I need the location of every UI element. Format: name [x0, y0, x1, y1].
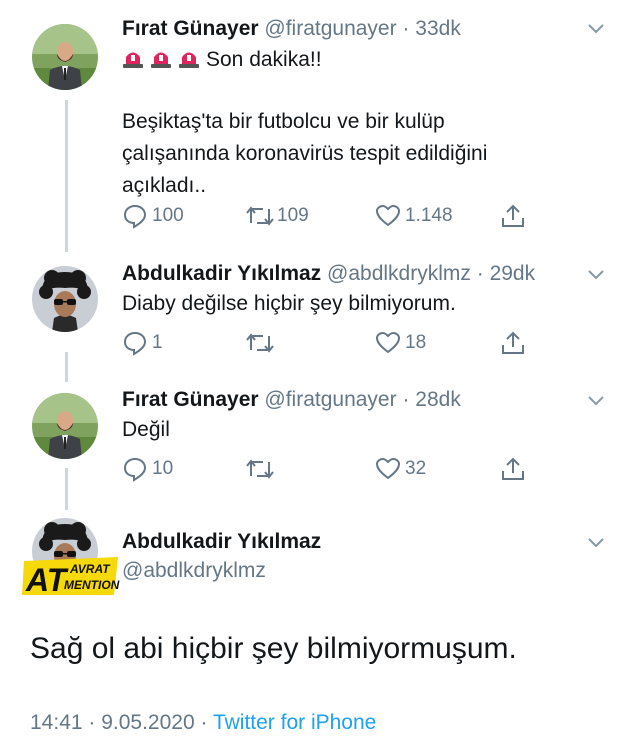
reply-count: 10 — [152, 458, 174, 479]
like-count: 18 — [405, 332, 427, 353]
user-handle[interactable]: @firatgunayer — [264, 388, 396, 411]
avatar-firat-gunayer[interactable] — [32, 393, 98, 459]
share-icon — [500, 330, 526, 356]
tweet-meta: 14:41 · 9.05.2020 · Twitter for iPhone — [30, 711, 376, 735]
share-button[interactable] — [500, 456, 526, 482]
reply-icon — [122, 456, 148, 482]
share-icon — [500, 456, 526, 482]
like-count: 32 — [405, 458, 427, 479]
watermark-top: AVRAT — [69, 562, 111, 576]
tweet-timestamp[interactable]: 14:41 · 9.05.2020 · — [30, 711, 207, 734]
retweet-icon — [245, 330, 275, 356]
display-name[interactable]: Abdulkadir Yıkılmaz — [122, 530, 321, 553]
retweet-icon — [245, 456, 275, 482]
chevron-down-icon[interactable] — [587, 268, 605, 286]
chevron-down-icon[interactable] — [587, 394, 605, 412]
reply-count: 100 — [152, 205, 184, 226]
like-button[interactable]: 1.148 — [375, 203, 453, 229]
avatar-abdulkadir-yikilmaz[interactable] — [32, 266, 98, 332]
chevron-down-icon[interactable] — [587, 536, 605, 554]
share-button[interactable] — [500, 203, 526, 229]
display-name[interactable]: Fırat Günayer — [122, 388, 259, 411]
watermark-logo: AT AVRAT MENTION — [22, 555, 120, 602]
thread-line-3 — [65, 468, 68, 510]
user-handle[interactable]: @abdlkdryklmz — [327, 262, 471, 285]
tweet-time[interactable]: 33dk — [415, 17, 461, 40]
main-tweet-text: Sağ ol abi hiçbir şey bilmiyormuşum. — [30, 632, 517, 665]
retweet-button[interactable] — [245, 330, 275, 356]
body-line: açıkladı.. — [122, 174, 207, 197]
watermark-bottom: MENTION — [64, 578, 120, 592]
body-line: çalışanında koronavirüs tespit edildiğin… — [122, 142, 488, 165]
tweet-3-header: Fırat Günayer @firatgunayer · 28dk — [122, 388, 461, 412]
like-icon — [375, 330, 401, 356]
share-button[interactable] — [500, 330, 526, 356]
reply-button[interactable]: 100 — [122, 203, 184, 229]
share-icon — [500, 203, 526, 229]
reply-icon — [122, 203, 148, 229]
reply-button[interactable]: 10 — [122, 456, 173, 482]
thread-line-2 — [65, 352, 68, 382]
main-tweet-name: Abdulkadir Yıkılmaz — [122, 530, 321, 554]
tweet-time[interactable]: 29dk — [490, 262, 536, 285]
chevron-down-icon[interactable] — [587, 22, 605, 40]
separator: · — [402, 17, 410, 40]
retweet-button[interactable] — [245, 456, 275, 482]
avatar-firat-gunayer[interactable] — [32, 24, 98, 90]
tweet-2-body: Diaby değilse hiçbir şey bilmiyorum. — [122, 292, 456, 315]
reply-button[interactable]: 1 — [122, 330, 163, 356]
alarm-icon — [178, 47, 200, 69]
tweet-source-link[interactable]: Twitter for iPhone — [213, 711, 376, 734]
body-line: Beşiktaş'ta bir futbolcu ve bir kulüp — [122, 110, 445, 133]
user-handle[interactable]: @abdlkdryklmz — [122, 559, 266, 582]
display-name[interactable]: Fırat Günayer — [122, 17, 259, 40]
retweet-icon — [245, 203, 275, 229]
retweet-count: 109 — [277, 205, 309, 226]
like-icon — [375, 203, 401, 229]
user-handle[interactable]: @firatgunayer — [264, 17, 396, 40]
alarm-icon — [122, 47, 144, 69]
watermark-big: AT — [25, 562, 69, 597]
tweet-time[interactable]: 28dk — [415, 388, 461, 411]
alert-line: Son dakika!! — [122, 44, 322, 76]
main-tweet-handle: @abdlkdryklmz — [122, 559, 266, 583]
reply-icon — [122, 330, 148, 356]
like-button[interactable]: 32 — [375, 456, 426, 482]
tweet-1-body: Beşiktaş'ta bir futbolcu ve bir kulüp ça… — [122, 106, 487, 202]
tweet-1-header: Fırat Günayer @firatgunayer · 33dk — [122, 17, 461, 41]
tweet-2-header: Abdulkadir Yıkılmaz @abdlkdryklmz · 29dk — [122, 262, 535, 286]
like-count: 1.148 — [405, 205, 453, 226]
alert-text: Son dakika!! — [206, 48, 322, 71]
thread-line-1 — [65, 100, 68, 252]
like-button[interactable]: 18 — [375, 330, 426, 356]
reply-count: 1 — [152, 332, 163, 353]
separator: · — [476, 262, 484, 285]
alarm-icon — [150, 47, 172, 69]
separator: · — [402, 388, 410, 411]
display-name[interactable]: Abdulkadir Yıkılmaz — [122, 262, 321, 285]
retweet-button[interactable]: 109 — [245, 203, 309, 229]
like-icon — [375, 456, 401, 482]
tweet-3-body: Değil — [122, 418, 170, 441]
